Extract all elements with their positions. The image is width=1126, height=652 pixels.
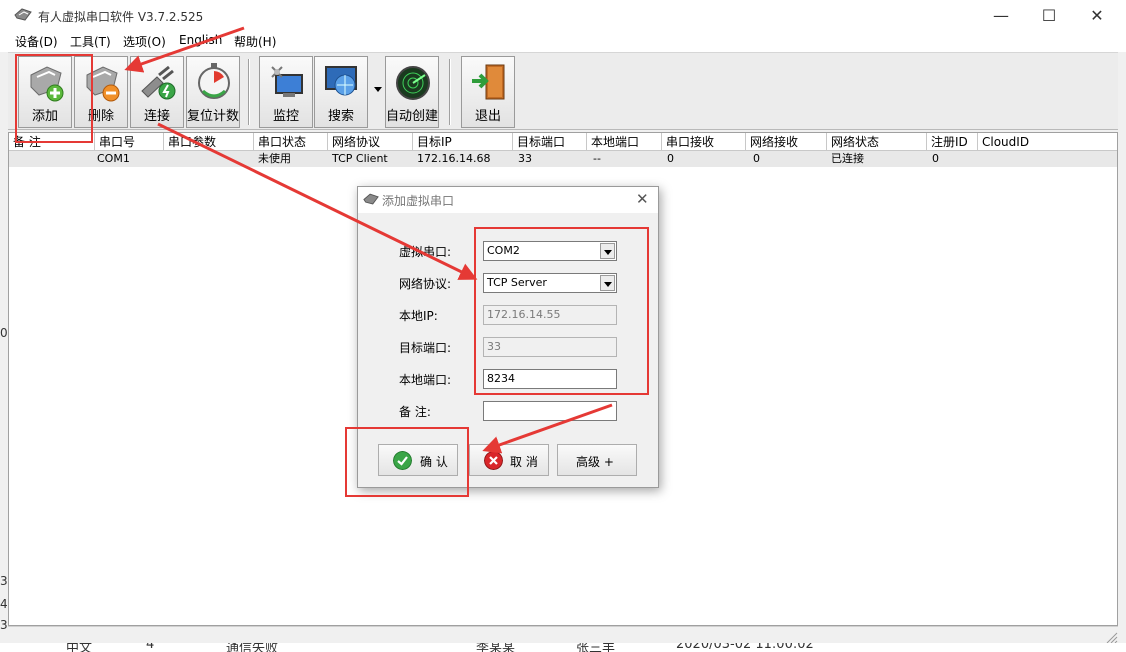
auto-create-button-label: 自动创建 <box>386 109 439 124</box>
background-fragment: 3 <box>0 618 8 632</box>
remark-label: 备 注: <box>399 405 431 419</box>
col-target-port[interactable]: 目标端口 <box>513 133 587 151</box>
exit-button[interactable]: 退出 <box>461 56 515 128</box>
cancel-button-label: 取 消 <box>510 455 538 469</box>
col-net-status[interactable]: 网络状态 <box>827 133 927 151</box>
background-fragment: 中文 <box>66 643 93 652</box>
search-dropdown-arrow-icon[interactable] <box>374 87 382 92</box>
toolbar: 添加 删除 连接 复位计数 监控 搜索 自动创建 退出 <box>8 52 1118 130</box>
background-fragment: 3 <box>0 574 8 588</box>
cell-cloud-id <box>979 151 983 167</box>
local-port-label: 本地端口: <box>399 373 452 387</box>
window-title: 有人虚拟串口软件 V3.7.2.525 <box>38 10 204 24</box>
connect-button[interactable]: 连接 <box>130 56 184 128</box>
minimize-button[interactable]: — <box>978 0 1024 30</box>
background-fragment: 4 <box>146 643 155 652</box>
background-fragment: 4 <box>0 597 8 611</box>
monitor-button-label: 监控 <box>272 109 299 124</box>
menu-device[interactable]: 设备(D) <box>15 33 58 50</box>
background-fragment: 张三丰 <box>576 643 616 652</box>
col-target-ip[interactable]: 目标IP <box>413 133 513 151</box>
col-protocol[interactable]: 网络协议 <box>328 133 413 151</box>
annotation-box-confirm <box>345 427 469 497</box>
cell-register-id: 0 <box>932 152 939 165</box>
toolbar-separator <box>248 59 250 125</box>
col-port[interactable]: 串口号 <box>95 133 164 151</box>
plug-icon <box>141 65 176 100</box>
background-fragment: 2020/03-02 11:00:02 <box>676 643 814 652</box>
cell-net-recv: 0 <box>753 152 760 165</box>
background-fragment: 通信失败 <box>226 643 279 652</box>
menu-help[interactable]: 帮助(H) <box>234 33 276 50</box>
col-net-recv[interactable]: 网络接收 <box>746 133 827 151</box>
reset-count-button-label: 复位计数 <box>187 109 240 124</box>
close-button[interactable]: ✕ <box>1074 0 1120 30</box>
stopwatch-icon <box>198 63 230 99</box>
cell-port-recv: 0 <box>667 152 674 165</box>
advanced-button-label: 高级 + <box>576 455 614 469</box>
app-window: 有人虚拟串口软件 V3.7.2.525 — ☐ ✕ 设备(D) 工具(T) 选项… <box>0 0 1126 652</box>
table-row[interactable]: COM1 未使用 TCP Client 172.16.14.68 33 -- 0… <box>9 151 1117 167</box>
cell-target-port: 33 <box>518 152 532 165</box>
col-port-status[interactable]: 串口状态 <box>254 133 328 151</box>
app-logo-icon <box>14 8 32 21</box>
close-icon: ✕ <box>1090 5 1104 25</box>
monitor-icon <box>271 66 303 97</box>
menu-options[interactable]: 选项(O) <box>123 33 166 50</box>
col-port-recv[interactable]: 串口接收 <box>662 133 746 151</box>
background-window-strip: 中文 4 通信失败 李某某 张三丰 2020/03-02 11:00:02 <box>0 643 1126 652</box>
search-button[interactable]: 搜索 <box>314 56 368 128</box>
app-logo-icon <box>363 193 379 205</box>
resize-grip-icon[interactable] <box>1104 630 1118 644</box>
cancel-button[interactable]: 取 消 <box>469 444 549 476</box>
connect-button-label: 连接 <box>143 109 170 124</box>
background-fragment: 0 <box>0 326 8 340</box>
toolbar-separator <box>449 59 451 125</box>
reset-count-button[interactable]: 复位计数 <box>186 56 240 128</box>
col-cloud-id[interactable]: CloudID <box>978 133 1117 151</box>
maximize-icon: ☐ <box>1041 5 1057 25</box>
exit-button-label: 退出 <box>474 109 501 124</box>
close-x-icon <box>484 451 503 470</box>
dialog-title: 添加虚拟串口 <box>382 194 455 208</box>
menu-bar: 设备(D) 工具(T) 选项(O) English 帮助(H) <box>0 30 1126 52</box>
col-port-params[interactable]: 串口参数 <box>164 133 254 151</box>
annotation-box-fields <box>474 227 649 395</box>
advanced-button[interactable]: 高级 + <box>557 444 637 476</box>
search-button-label: 搜索 <box>327 109 354 124</box>
horizontal-scrollbar[interactable] <box>8 626 1118 643</box>
menu-tools[interactable]: 工具(T) <box>70 33 111 50</box>
cell-net-status: 已连接 <box>831 152 864 165</box>
dialog-title-bar: 添加虚拟串口 ✕ <box>358 187 658 213</box>
title-bar: 有人虚拟串口软件 V3.7.2.525 — ☐ ✕ <box>0 0 1126 30</box>
background-fragment: 李某某 <box>476 643 516 652</box>
table-header: 备 注 串口号 串口参数 串口状态 网络协议 目标IP 目标端口 本地端口 串口… <box>9 133 1117 151</box>
remark-field[interactable] <box>483 401 617 421</box>
cell-port: COM1 <box>97 152 130 165</box>
cell-protocol: TCP Client <box>332 152 388 165</box>
cell-remark <box>9 151 13 167</box>
auto-create-button[interactable]: 自动创建 <box>385 56 439 128</box>
monitor-button[interactable]: 监控 <box>259 56 313 128</box>
cell-port-params <box>164 151 168 167</box>
annotation-box-add <box>15 54 93 143</box>
dialog-close-icon[interactable]: ✕ <box>636 190 649 208</box>
cell-port-status: 未使用 <box>258 152 291 165</box>
local-ip-label: 本地IP: <box>399 309 438 323</box>
protocol-label: 网络协议: <box>399 277 452 291</box>
cell-local-port: -- <box>593 152 601 165</box>
target-port-label: 目标端口: <box>399 341 452 355</box>
search-globe-icon <box>325 66 357 96</box>
exit-door-icon <box>472 64 505 100</box>
virtual-port-label: 虚拟串口: <box>399 245 452 259</box>
maximize-button[interactable]: ☐ <box>1026 0 1072 30</box>
radar-icon <box>396 66 430 100</box>
menu-english[interactable]: English <box>179 33 222 47</box>
col-register-id[interactable]: 注册ID <box>927 133 978 151</box>
cell-target-ip: 172.16.14.68 <box>417 152 491 165</box>
col-local-port[interactable]: 本地端口 <box>587 133 662 151</box>
minimize-icon: — <box>993 5 1009 25</box>
